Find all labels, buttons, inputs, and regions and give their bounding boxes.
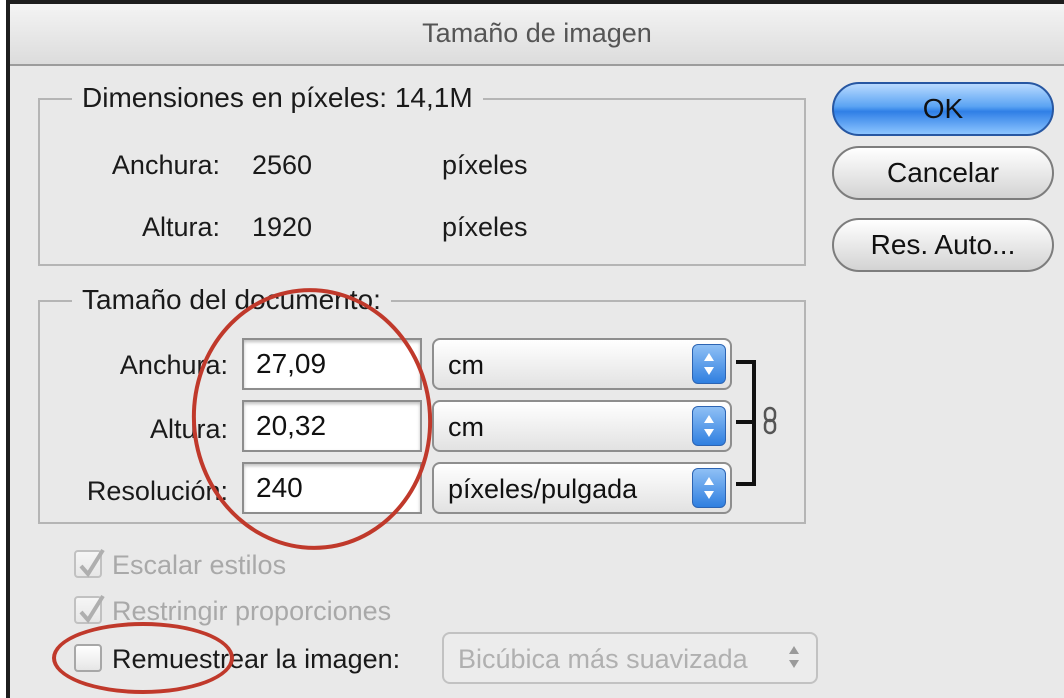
constrain-bracket-bottom [736,420,756,486]
pixel-dimensions-legend: Dimensiones en píxeles: 14,1M [72,82,483,114]
doc-height-label: Altura: [149,414,228,444]
resolution-field[interactable] [242,462,422,514]
constrain-proportions-label: Restringir proporciones [112,596,392,626]
resolution-unit-value: píxeles/pulgada [448,474,638,504]
checkmark-icon [79,548,105,578]
stepper-arrows-icon [692,406,726,446]
resample-method-value: Bicúbica más suavizada [458,644,748,674]
resolution-unit-select[interactable]: píxeles/pulgada [432,462,732,514]
doc-height-unit-select[interactable]: cm [432,400,732,452]
stepper-arrows-icon [692,344,726,384]
scale-styles-label: Escalar estilos [112,550,287,580]
pixel-height-unit: píxeles [442,212,528,242]
resolution-label: Resolución: [86,476,228,506]
doc-width-field[interactable] [242,338,422,390]
doc-width-label: Anchura: [119,350,228,380]
image-size-dialog: Tamaño de imagen Dimensiones en píxeles:… [6,0,1064,698]
resample-checkbox[interactable] [74,644,102,672]
stepper-arrows-icon [778,638,812,678]
doc-width-unit-value: cm [448,350,484,380]
doc-height-field[interactable] [242,400,422,452]
title-bar: Tamaño de imagen [10,4,1064,66]
doc-width-unit-select[interactable]: cm [432,338,732,390]
chain-link-icon [763,406,777,435]
cancel-button[interactable]: Cancelar [832,146,1054,200]
pixel-height-value: 1920 [252,212,313,242]
pixel-width-unit: píxeles [442,150,528,180]
pixel-height-label: Altura: [141,212,220,242]
resample-label: Remuestrear la imagen: [112,644,401,674]
auto-resolution-button[interactable]: Res. Auto... [832,218,1054,272]
checkmark-icon [79,594,105,624]
constrain-proportions-checkbox[interactable] [74,594,105,624]
ok-button[interactable]: OK [832,82,1054,136]
pixel-width-value: 2560 [252,150,313,180]
scale-styles-checkbox[interactable] [74,548,105,578]
document-size-legend: Tamaño del documento: [72,284,391,316]
constrain-bracket-top [736,360,756,424]
stepper-arrows-icon [692,468,726,508]
pixel-width-label: Anchura: [111,150,220,180]
resample-method-select[interactable]: Bicúbica más suavizada [442,632,818,684]
doc-height-unit-value: cm [448,412,484,442]
dialog-title: Tamaño de imagen [422,18,652,48]
bracket-tick [736,420,748,424]
